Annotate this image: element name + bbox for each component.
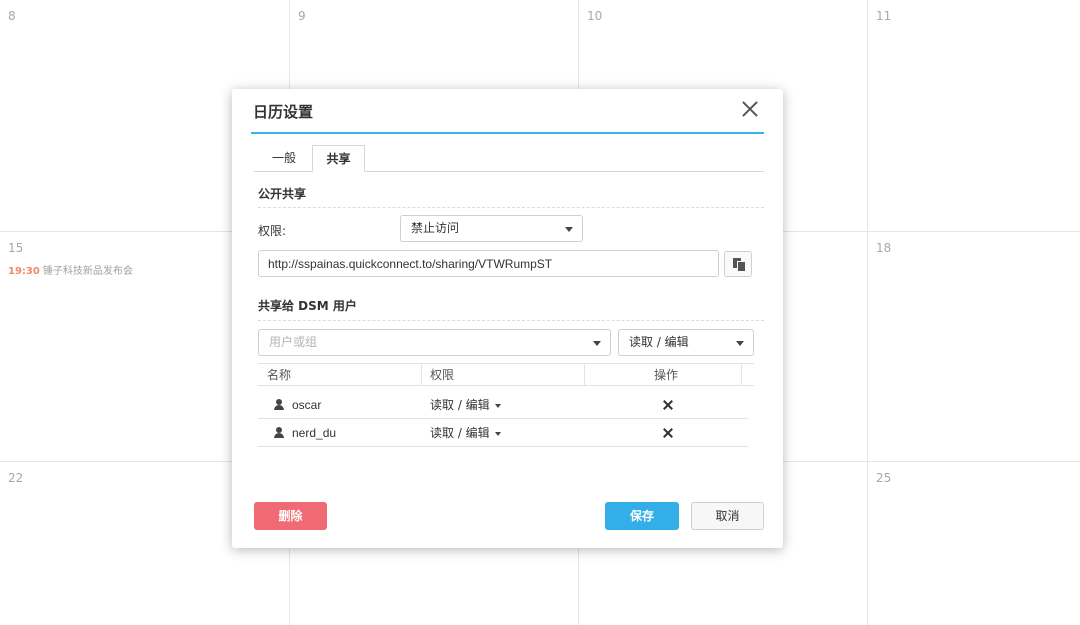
event-title: 锤子科技新品发布会 (42, 266, 133, 277)
table-row: nerd_du 读取 / 编辑 (258, 419, 748, 447)
remove-icon[interactable] (661, 426, 675, 440)
user-or-group-select[interactable]: 用户或组 (258, 329, 611, 356)
share-url-field[interactable] (258, 250, 719, 277)
public-permission-value: 禁止访问 (411, 221, 460, 235)
close-icon[interactable] (739, 98, 761, 120)
column-name: 名称 (267, 368, 292, 382)
day-number: 9 (298, 9, 306, 23)
day-number: 25 (876, 471, 892, 485)
row-permission-value: 读取 / 编辑 (430, 398, 490, 412)
public-share-heading: 公开共享 (258, 187, 307, 201)
day-cell[interactable]: 18 (868, 232, 1080, 462)
user-name: oscar (292, 398, 322, 412)
save-button[interactable]: 保存 (605, 502, 679, 530)
chevron-down-icon (565, 227, 573, 232)
chevron-down-icon (736, 341, 744, 346)
table-row: oscar 读取 / 编辑 (258, 391, 748, 419)
tab-sharing[interactable]: 共享 (312, 145, 365, 172)
day-cell[interactable]: 25 (868, 462, 1080, 625)
calendar-settings-dialog: 日历设置 一般 共享 公开共享 权限: 禁止访问 共享给 DSM 用户 用户或组… (232, 89, 783, 548)
row-permission-dropdown[interactable]: 读取 / 编辑 (430, 391, 501, 419)
section-divider (258, 207, 764, 208)
day-cell[interactable]: 11 (868, 0, 1080, 232)
user-icon (273, 399, 285, 411)
user-name: nerd_du (292, 426, 337, 440)
row-permission-value: 读取 / 编辑 (430, 426, 490, 440)
tab-general[interactable]: 一般 (256, 145, 312, 172)
chevron-down-icon (593, 341, 601, 346)
dsm-share-heading: 共享给 DSM 用户 (258, 299, 357, 313)
remove-icon[interactable] (661, 398, 675, 412)
dsm-permission-select[interactable]: 读取 / 编辑 (618, 329, 754, 356)
column-permission: 权限 (430, 368, 455, 382)
chevron-down-icon (494, 431, 501, 436)
day-number: 10 (587, 9, 603, 23)
chevron-down-icon (494, 403, 501, 408)
day-number: 15 (8, 241, 24, 255)
copy-url-button[interactable] (724, 251, 752, 277)
permission-label: 权限: (258, 224, 287, 238)
column-actions: 操作 (654, 368, 679, 382)
section-divider (258, 320, 764, 321)
user-or-group-placeholder: 用户或组 (269, 335, 318, 349)
dialog-title: 日历设置 (253, 103, 314, 121)
dsm-permission-value: 读取 / 编辑 (629, 335, 689, 349)
day-number: 8 (8, 9, 16, 23)
public-permission-select[interactable]: 禁止访问 (400, 215, 583, 242)
row-permission-dropdown[interactable]: 读取 / 编辑 (430, 419, 501, 447)
user-icon (273, 427, 285, 439)
event-time: 19:30 (8, 266, 40, 277)
cancel-button[interactable]: 取消 (691, 502, 764, 530)
day-number: 18 (876, 241, 892, 255)
delete-button[interactable]: 删除 (254, 502, 327, 530)
title-divider (251, 132, 764, 134)
day-number: 22 (8, 471, 24, 485)
day-number: 11 (876, 9, 892, 23)
share-table-header: 名称 权限 操作 (258, 363, 754, 386)
calendar-event[interactable]: 19:30 锤子科技新品发布会 (8, 262, 133, 277)
